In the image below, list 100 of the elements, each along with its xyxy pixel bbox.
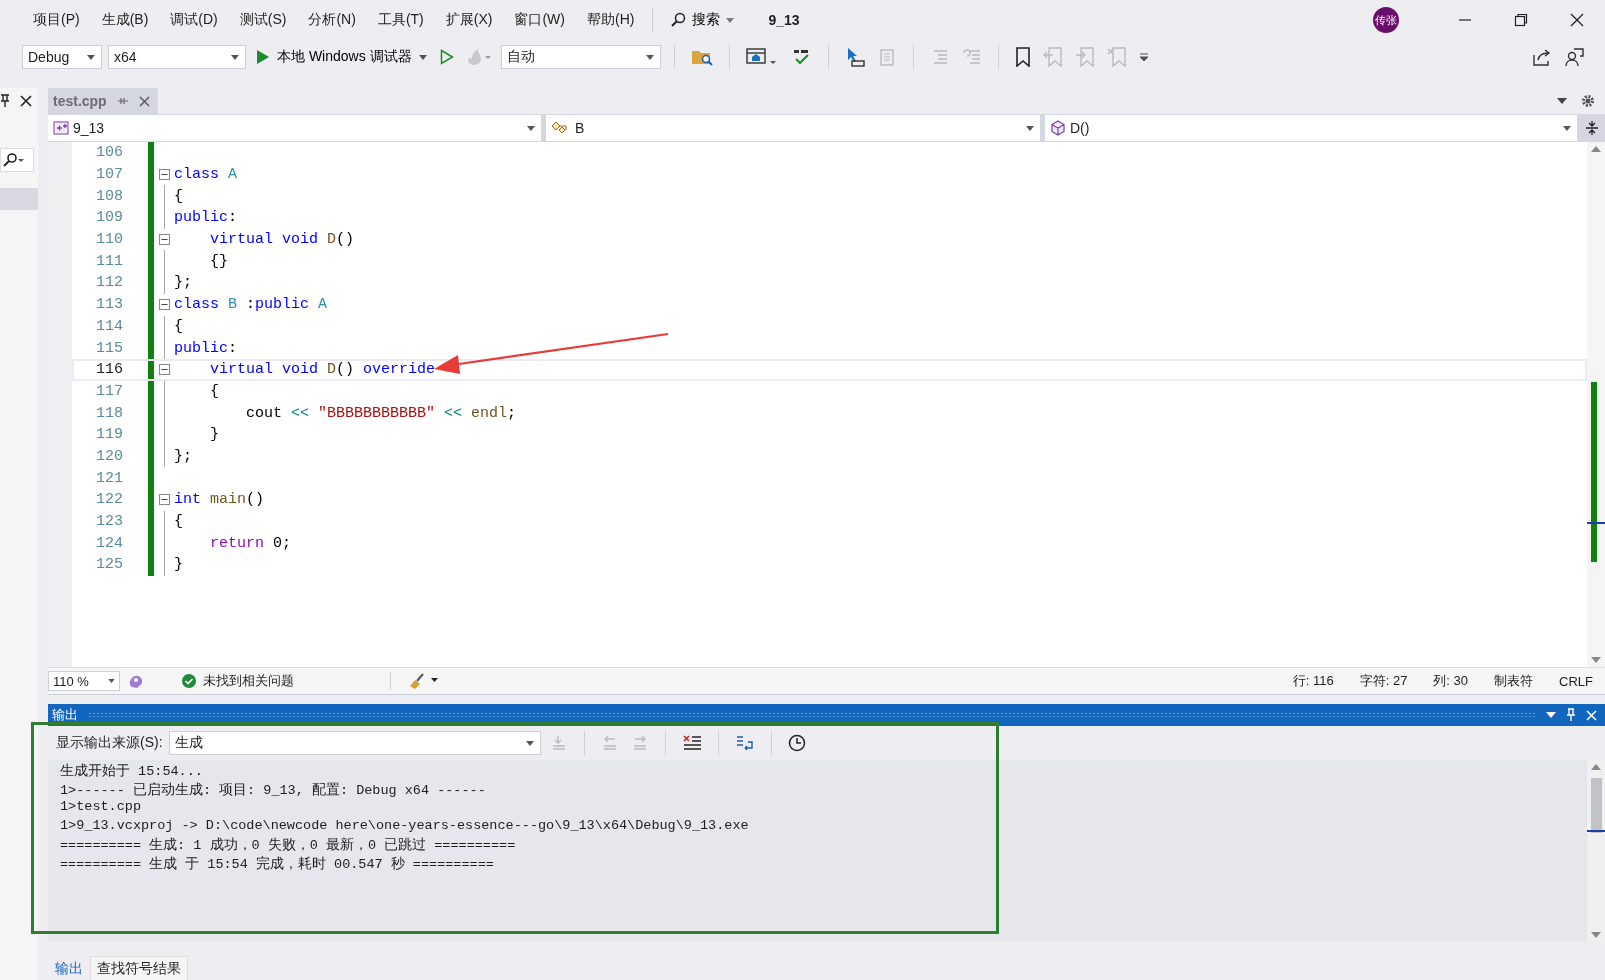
caret-icon <box>87 54 95 60</box>
caret-icon[interactable] <box>1557 98 1567 104</box>
avatar[interactable]: 传张 <box>1373 7 1399 33</box>
column-indicator[interactable]: 列: 30 <box>1433 672 1469 690</box>
line-number: 111 <box>95 252 124 270</box>
settings-icon[interactable] <box>1581 94 1595 108</box>
play-icon <box>256 49 270 65</box>
search-icon <box>1 153 25 167</box>
caret-icon <box>418 54 427 60</box>
line-number: 106 <box>95 144 124 162</box>
caret-icon[interactable] <box>1546 712 1556 718</box>
cube-icon <box>1050 120 1066 136</box>
output-line: 1>9_13.vcxproj -> D:\code\newcode here\one-years-essence---go\9_13\x64\Debug\9_13.exe <box>60 817 750 835</box>
code-line: {} <box>209 252 228 270</box>
project-icon <box>53 121 69 135</box>
project-dropdown[interactable]: 9_13 <box>48 115 541 141</box>
code-line: virtual void D() override <box>209 361 436 379</box>
panel-title: 输出 <box>52 706 78 724</box>
line-number: 110 <box>95 231 124 249</box>
output-line: 1>test.cpp <box>60 799 142 816</box>
overflow-icon[interactable] <box>1138 52 1149 62</box>
menu-item[interactable]: 窗口(W) <box>503 11 576 29</box>
split-icon[interactable] <box>1585 120 1599 136</box>
code-line: class B :public A <box>174 296 328 314</box>
collapse-icon[interactable] <box>158 234 170 246</box>
issues-text[interactable]: 未找到相关问题 <box>203 672 294 690</box>
line-number: 120 <box>95 447 124 465</box>
code-line: public: <box>174 209 238 227</box>
mode-dropdown[interactable]: 自动 <box>500 45 661 69</box>
scroll-up-icon[interactable] <box>1591 764 1601 770</box>
scroll-down-icon[interactable] <box>1591 932 1601 938</box>
caret-position-marker <box>1587 522 1605 524</box>
output-line: ========== 生成: 1 成功，0 失败，0 最新，0 已跳过 ========== <box>60 836 517 855</box>
clock-icon[interactable] <box>787 734 806 752</box>
pin-icon[interactable] <box>0 94 10 108</box>
code-line: int main() <box>174 491 265 509</box>
code-line: { <box>174 187 183 205</box>
menu-item[interactable]: 帮助(H) <box>576 11 646 29</box>
line-number: 118 <box>95 404 124 422</box>
word-wrap-icon[interactable] <box>734 734 755 752</box>
member-dropdown[interactable]: D() <box>1045 115 1577 141</box>
search-icon <box>670 12 687 28</box>
scroll-up-icon[interactable] <box>1591 146 1601 152</box>
close-icon[interactable] <box>20 95 32 107</box>
output-line: 生成开始于 15:54... <box>60 762 204 781</box>
menu-item[interactable]: 测试(S) <box>228 11 298 29</box>
tab-label: test.cpp <box>53 93 107 109</box>
code-line: public: <box>174 339 238 357</box>
collapse-icon[interactable] <box>158 169 170 181</box>
search-button[interactable] <box>0 148 34 172</box>
line-number: 119 <box>95 426 124 444</box>
menu-item[interactable]: 调试(D) <box>159 11 229 29</box>
scope-dropdown[interactable]: B <box>546 115 1040 141</box>
spell-check-icon[interactable] <box>791 47 812 67</box>
menu-item[interactable]: 分析(N) <box>297 11 367 29</box>
restore-icon[interactable] <box>1514 13 1528 27</box>
clear-all-icon[interactable] <box>681 734 702 752</box>
feedback-icon[interactable] <box>1564 47 1584 67</box>
line-number: 114 <box>95 317 124 335</box>
code-line: }; <box>174 447 192 465</box>
character-indicator[interactable]: 字符: 27 <box>1359 672 1408 690</box>
collapse-icon[interactable] <box>158 364 170 376</box>
collapse-icon[interactable] <box>158 299 170 311</box>
collapse-icon[interactable] <box>158 494 170 506</box>
menu-item[interactable]: 扩展(X) <box>434 11 504 29</box>
start-debugging-button[interactable]: 本地 Windows 调试器 <box>252 48 431 66</box>
caret-icon <box>645 54 654 60</box>
close-icon[interactable] <box>1570 13 1584 27</box>
search-button[interactable]: 搜索 <box>660 11 745 29</box>
folder-search-icon[interactable] <box>690 48 713 66</box>
broom-icon[interactable] <box>409 673 439 689</box>
indentation-indicator[interactable]: 制表符 <box>1494 672 1534 690</box>
line-ending-indicator[interactable]: CRLF <box>1559 673 1593 689</box>
zoom-dropdown[interactable]: 110 % <box>48 671 120 691</box>
bookmark-icon[interactable] <box>1014 47 1031 67</box>
caret-icon <box>231 54 239 60</box>
line-number: 116 <box>95 361 124 379</box>
line-number: 124 <box>95 534 124 552</box>
menu-item[interactable]: 生成(B) <box>90 11 160 29</box>
line-number: 109 <box>95 209 124 227</box>
panel-tab[interactable]: 查找符号结果 <box>90 956 188 980</box>
code-line: }; <box>174 274 192 292</box>
line-number: 115 <box>95 339 124 357</box>
menu-item[interactable]: 项目(P) <box>22 11 91 29</box>
line-number: 122 <box>95 491 124 509</box>
line-indicator[interactable]: 行: 116 <box>1292 672 1334 690</box>
platform-dropdown[interactable]: x64 <box>108 45 246 69</box>
solution-title: 9_13 <box>768 12 800 28</box>
source-label: 显示输出来源(S): <box>56 734 163 752</box>
scroll-down-icon[interactable] <box>1591 657 1601 663</box>
share-icon[interactable] <box>1532 47 1552 67</box>
code-line: { <box>174 513 183 531</box>
scrollbar-thumb[interactable] <box>1591 778 1602 833</box>
configuration-dropdown[interactable]: Debug <box>22 45 102 69</box>
code-line: class A <box>174 166 238 184</box>
output-source-dropdown[interactable]: 生成 <box>168 731 541 755</box>
code-line: virtual void D() <box>209 231 355 249</box>
play-outline-icon[interactable] <box>439 49 454 65</box>
code-line: } <box>209 426 219 444</box>
menu-item[interactable]: 工具(T) <box>366 11 435 29</box>
